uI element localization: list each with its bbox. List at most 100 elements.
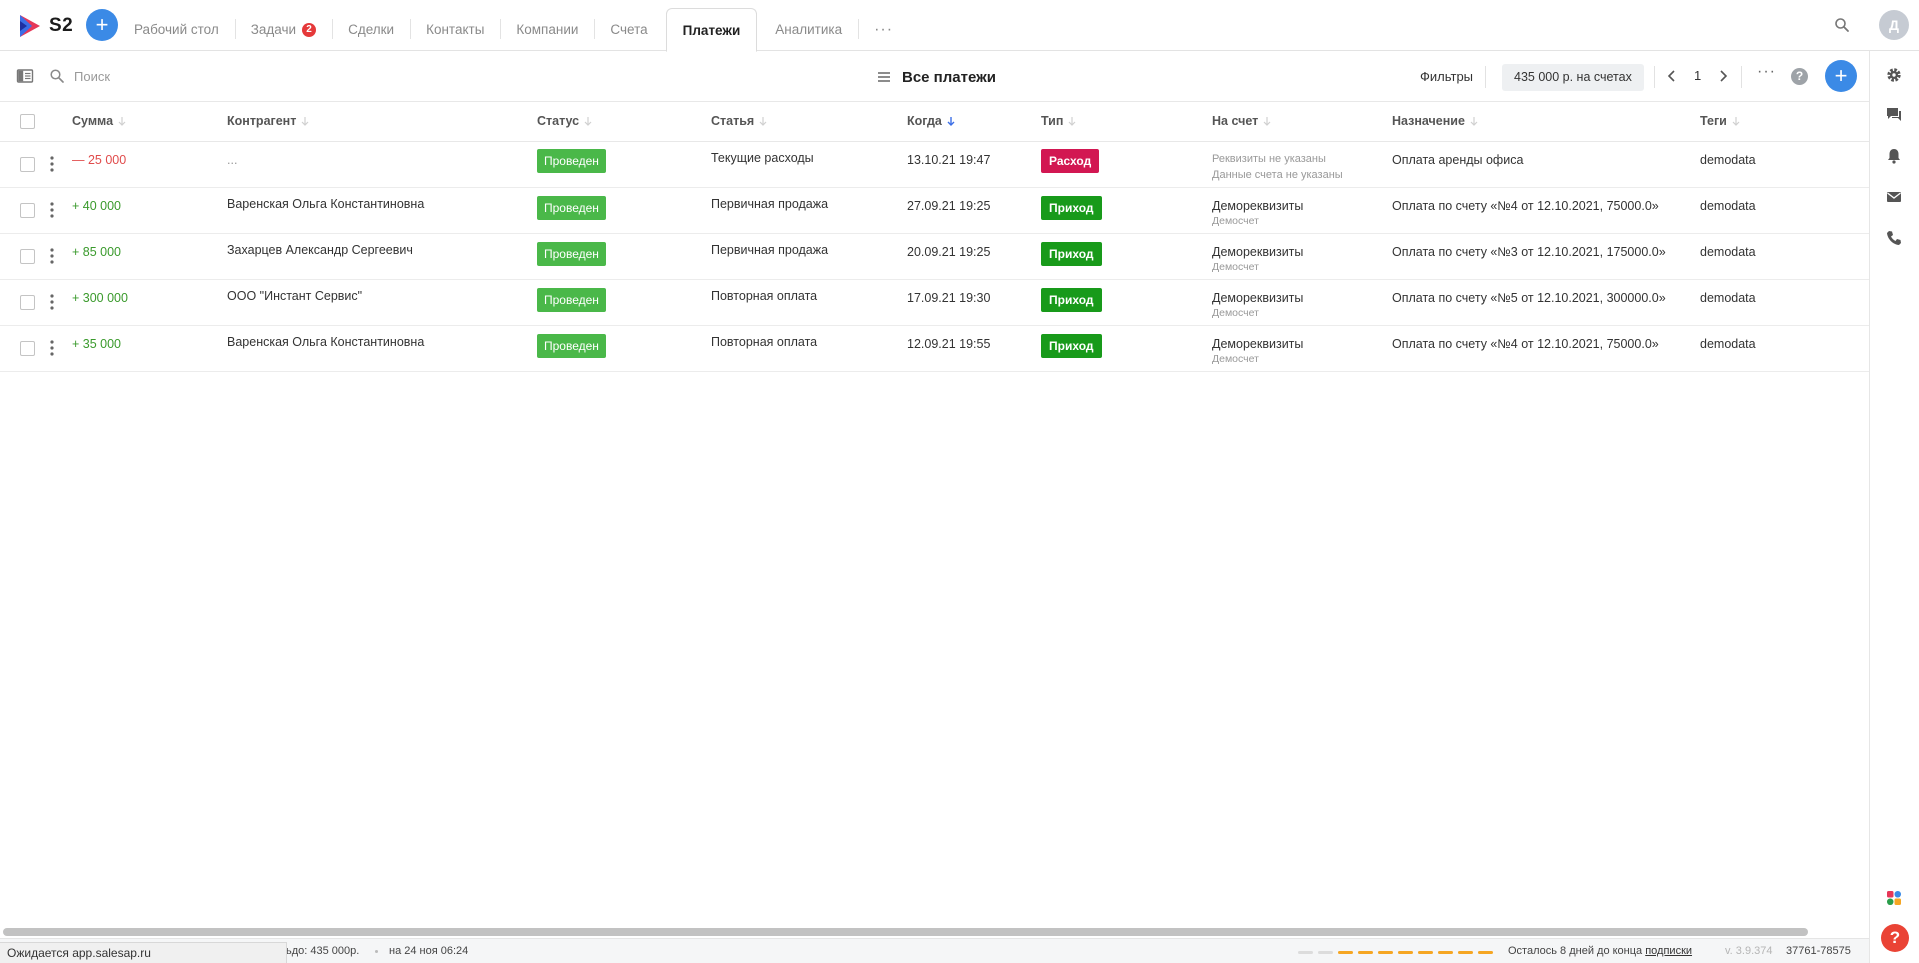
kebab-menu-icon[interactable] [48,247,56,265]
tag-label[interactable]: demodata [1700,291,1756,305]
progress-segment [1318,951,1333,954]
help-icon[interactable]: ? [1791,68,1808,85]
account-requisites[interactable]: Демореквизиты [1212,291,1303,305]
column-header-type[interactable]: Тип [1041,114,1077,128]
bell-icon[interactable] [1885,147,1903,165]
logo-icon [20,15,40,37]
sort-icon [1068,117,1076,126]
progress-segment [1358,951,1373,954]
account-requisites[interactable]: Демореквизиты [1212,245,1303,259]
table-row[interactable]: + 35 000 Варенская Ольга Константиновна … [0,326,1869,372]
sidebar-toggle-icon[interactable] [16,67,34,85]
divider [1741,66,1742,88]
status-badge: Проведен [537,242,606,266]
chevron-right-icon[interactable] [1715,68,1731,84]
tab-deals[interactable]: Сделки [332,8,410,51]
table-row[interactable]: — 25 000 ... Проведен Текущие расходы 13… [0,142,1869,188]
kebab-menu-icon[interactable] [48,293,56,311]
payment-date: 13.10.21 19:47 [907,153,991,167]
more-icon: ··· [874,20,894,38]
phone-icon[interactable] [1885,229,1903,247]
horizontal-scrollbar[interactable] [3,928,1808,936]
divider [1485,66,1486,88]
search-input[interactable] [74,64,274,88]
sort-icon [1470,117,1478,126]
search-icon[interactable] [1833,16,1851,34]
view-selector[interactable]: Все платежи [876,65,996,89]
account-requisites[interactable]: Демореквизиты [1212,337,1303,351]
status-bar: ьдо: 435 000р. на 24 ноя 06:24 Осталось … [0,938,1869,963]
row-checkbox[interactable] [20,295,35,310]
balance-badge[interactable]: 435 000 р. на счетах [1502,64,1644,91]
column-header-article[interactable]: Статья [711,114,768,128]
mail-icon[interactable] [1885,188,1903,206]
tag-label[interactable]: demodata [1700,153,1756,167]
column-header-purpose[interactable]: Назначение [1392,114,1479,128]
table-row[interactable]: + 300 000 ООО "Инстант Сервис" Проведен … [0,280,1869,326]
chat-icon[interactable] [1885,106,1903,124]
payment-purpose: Оплата по счету «№4 от 12.10.2021, 75000… [1392,337,1659,351]
counterparty-link[interactable]: Варенская Ольга Константиновна [227,335,424,349]
payment-amount: + 40 000 [72,199,122,213]
subscription-link[interactable]: подписки [1645,945,1692,957]
payment-date: 27.09.21 19:25 [907,199,991,213]
kebab-menu-icon[interactable] [48,201,56,219]
sort-desc-icon [947,117,955,126]
kebab-menu-icon[interactable] [48,339,56,357]
tab-label: Задачи [250,22,297,37]
row-checkbox[interactable] [20,341,35,356]
account-requisites: Реквизиты не указаны [1212,153,1326,165]
tab-analytics[interactable]: Аналитика [759,8,858,51]
column-header-tags[interactable]: Теги [1700,114,1741,128]
progress-segment [1418,951,1433,954]
tab-companies[interactable]: Компании [500,8,594,51]
row-checkbox[interactable] [20,203,35,218]
column-header-amount[interactable]: Сумма [72,114,127,128]
status-badge: Проведен [537,196,606,220]
add-payment-button[interactable]: + [1825,60,1857,92]
tab-label: Платежи [682,22,741,38]
tag-label[interactable]: demodata [1700,337,1756,351]
row-checkbox[interactable] [20,157,35,172]
type-badge: Приход [1041,288,1102,312]
column-header-account[interactable]: На счет [1212,114,1272,128]
tab-label: Счета [610,22,648,37]
progress-segment [1458,951,1473,954]
app-version: v. 3.9.374 [1725,945,1773,957]
counterparty-link[interactable]: Захарцев Александр Сергеевич [227,243,413,257]
tab-tasks[interactable]: Задачи 2 [234,8,332,51]
tab-payments[interactable]: Платежи [665,8,758,52]
counterparty-link[interactable]: Варенская Ольга Константиновна [227,197,424,211]
table-row[interactable]: + 85 000 Захарцев Александр Сергеевич Пр… [0,234,1869,280]
tab-contacts[interactable]: Контакты [410,8,500,51]
column-header-status[interactable]: Статус [537,114,593,128]
tab-desktop[interactable]: Рабочий стол [118,8,235,51]
account-requisites[interactable]: Демореквизиты [1212,199,1303,213]
select-all-checkbox[interactable] [20,114,35,129]
more-icon[interactable]: ··· [1757,63,1776,81]
column-label: Контрагент [227,114,297,128]
status-badge: Проведен [537,334,606,358]
tab-more[interactable]: ··· [858,8,909,51]
top-navigation-bar: S2 + Рабочий стол Задачи 2 Сделки Контакт… [0,0,1919,52]
kebab-menu-icon[interactable] [48,155,56,173]
type-badge: Приход [1041,242,1102,266]
global-add-button[interactable]: + [86,9,118,41]
filters-button[interactable]: Фильтры [1408,64,1485,90]
gear-icon[interactable] [1885,66,1903,84]
counterparty-link[interactable]: ООО "Инстант Сервис" [227,289,362,303]
tag-label[interactable]: demodata [1700,199,1756,213]
counterparty-link[interactable]: ... [227,153,237,167]
progress-segment [1298,951,1313,954]
help-icon[interactable]: ? [1881,924,1909,952]
table-row[interactable]: + 40 000 Варенская Ольга Константиновна … [0,188,1869,234]
column-header-when[interactable]: Когда [907,114,956,128]
column-header-counterparty[interactable]: Контрагент [227,114,310,128]
row-checkbox[interactable] [20,249,35,264]
app-logo[interactable]: S2 [18,13,78,39]
apps-icon[interactable] [1885,889,1903,907]
tab-invoices[interactable]: Счета [594,8,663,51]
chevron-left-icon[interactable] [1664,68,1680,84]
tag-label[interactable]: demodata [1700,245,1756,259]
avatar[interactable]: Д [1879,10,1909,40]
